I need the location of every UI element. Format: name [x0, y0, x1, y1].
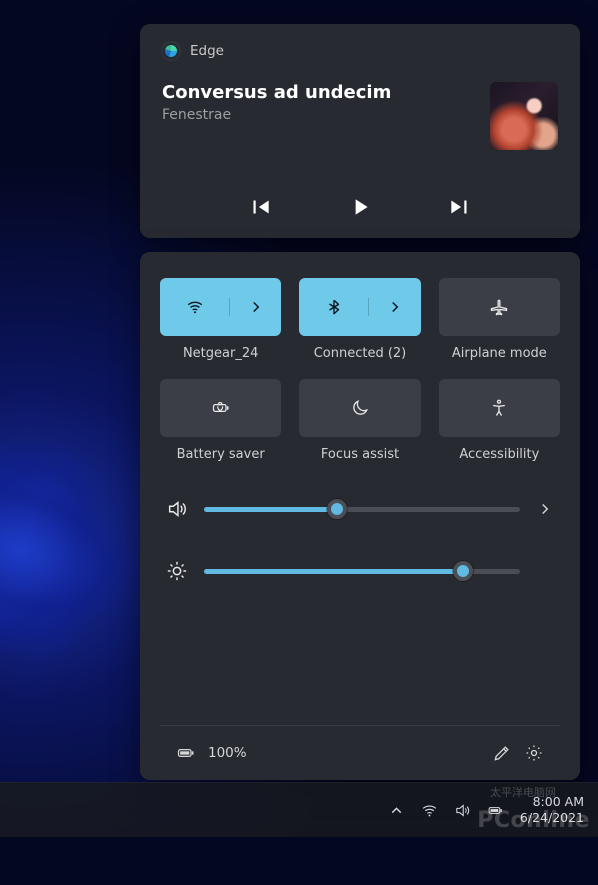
tile-bluetooth: Connected (2)	[299, 278, 420, 361]
tile-accessibility: Accessibility	[439, 379, 560, 462]
accessibility-icon	[489, 398, 509, 418]
brightness-slider-row	[166, 560, 554, 582]
album-art[interactable]	[490, 82, 558, 150]
taskbar: 8:00 AM 6/24/2021	[0, 782, 598, 837]
tile-focus-assist: Focus assist	[299, 379, 420, 462]
edge-icon	[162, 42, 180, 60]
quick-settings-footer: 100%	[160, 725, 560, 780]
taskbar-clock[interactable]: 8:00 AM 6/24/2021	[520, 794, 584, 825]
tile-battery-saver-label: Battery saver	[177, 447, 265, 462]
taskbar-time: 8:00 AM	[533, 794, 584, 810]
media-subtitle: Fenestrae	[162, 107, 391, 123]
media-source-app: Edge	[162, 42, 558, 60]
quick-settings-grid: Netgear_24 Connected (2) Airplane mode Batt…	[160, 278, 560, 462]
battery-saver-icon	[211, 398, 231, 418]
tile-bluetooth-button[interactable]	[299, 278, 420, 336]
volume-icon[interactable]	[166, 498, 188, 520]
tile-wifi: Netgear_24	[160, 278, 281, 361]
media-app-name: Edge	[190, 43, 224, 59]
tile-battery-saver: Battery saver	[160, 379, 281, 462]
brightness-slider[interactable]	[204, 569, 520, 574]
chevron-right-icon	[386, 298, 404, 316]
tile-bluetooth-toggle[interactable]	[299, 298, 368, 316]
tile-airplane-button[interactable]	[439, 278, 560, 336]
airplane-icon	[489, 297, 509, 317]
taskbar-volume-icon[interactable]	[454, 802, 471, 819]
tile-wifi-label: Netgear_24	[183, 346, 258, 361]
tile-accessibility-label: Accessibility	[459, 447, 539, 462]
chevron-right-icon	[247, 298, 265, 316]
bluetooth-icon	[325, 298, 343, 316]
media-title: Conversus ad undecim	[162, 82, 391, 103]
battery-label: 100%	[208, 745, 247, 761]
tile-wifi-button[interactable]	[160, 278, 281, 336]
tile-bluetooth-label: Connected (2)	[314, 346, 407, 361]
volume-output-chevron-icon[interactable]	[536, 500, 554, 518]
wifi-icon	[186, 298, 204, 316]
tray-overflow-chevron-icon[interactable]	[388, 802, 405, 819]
tile-accessibility-button[interactable]	[439, 379, 560, 437]
tile-focus-assist-button[interactable]	[299, 379, 420, 437]
previous-track-icon[interactable]	[247, 194, 273, 220]
tile-airplane: Airplane mode	[439, 278, 560, 361]
play-icon[interactable]	[347, 194, 373, 220]
settings-gear-icon[interactable]	[524, 743, 544, 763]
battery-icon[interactable]	[176, 743, 196, 763]
taskbar-date: 6/24/2021	[520, 810, 584, 826]
volume-slider[interactable]	[204, 507, 520, 512]
volume-slider-row	[166, 498, 554, 520]
tile-wifi-expand[interactable]	[229, 298, 281, 316]
tile-bluetooth-expand[interactable]	[368, 298, 420, 316]
brightness-icon[interactable]	[166, 560, 188, 582]
tile-wifi-toggle[interactable]	[160, 298, 229, 316]
tile-battery-saver-button[interactable]	[160, 379, 281, 437]
taskbar-battery-icon[interactable]	[487, 802, 504, 819]
edit-quick-settings-icon[interactable]	[492, 743, 512, 763]
tile-focus-assist-label: Focus assist	[321, 447, 399, 462]
media-flyout: Edge Conversus ad undecim Fenestrae	[140, 24, 580, 238]
quick-settings-panel: Netgear_24 Connected (2) Airplane mode Batt…	[140, 252, 580, 780]
taskbar-wifi-icon[interactable]	[421, 802, 438, 819]
next-track-icon[interactable]	[447, 194, 473, 220]
media-controls	[162, 194, 558, 224]
moon-icon	[350, 398, 370, 418]
tile-airplane-label: Airplane mode	[452, 346, 547, 361]
